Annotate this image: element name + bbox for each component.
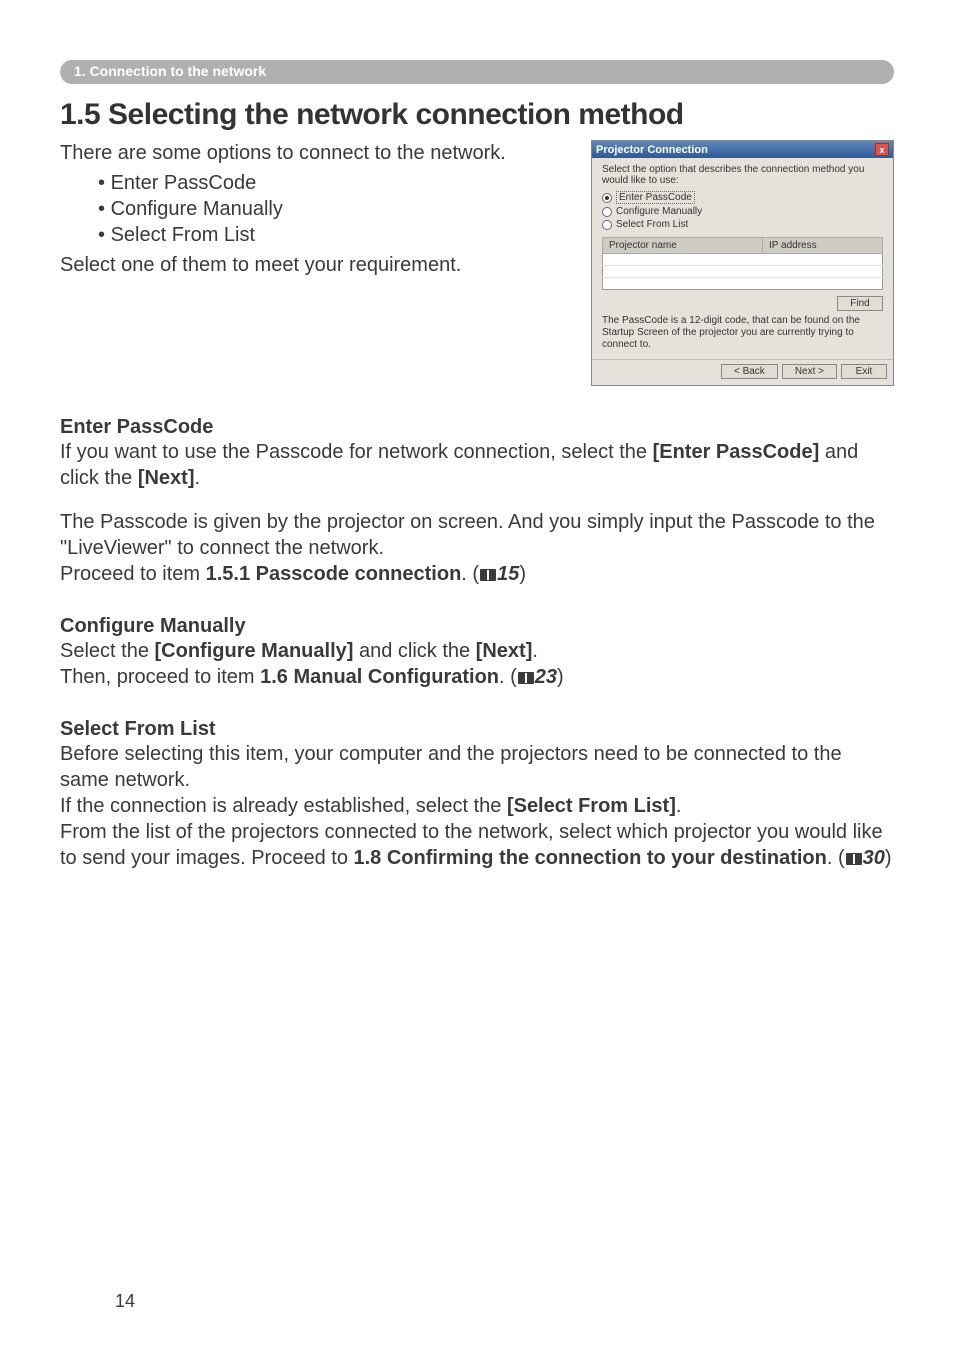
text: . ( bbox=[499, 666, 517, 688]
configure-manually-heading: Configure Manually bbox=[60, 615, 894, 638]
dialog-help-text: The PassCode is a 12-digit code, that ca… bbox=[602, 315, 883, 355]
find-button[interactable]: Find bbox=[837, 296, 883, 311]
radio-configure-manually[interactable]: Configure Manually bbox=[602, 205, 883, 218]
configure-manually-p2: Then, proceed to item 1.6 Manual Configu… bbox=[60, 664, 894, 690]
radio-icon bbox=[602, 207, 612, 217]
text: ) bbox=[885, 847, 892, 869]
radio-label: Configure Manually bbox=[616, 206, 702, 217]
bullet-item: Select From List bbox=[98, 222, 571, 248]
select-from-list-p1: Before selecting this item, your compute… bbox=[60, 741, 894, 793]
enter-passcode-heading: Enter PassCode bbox=[60, 416, 894, 439]
section-title: 1.5 Selecting the network connection met… bbox=[60, 98, 894, 132]
enter-passcode-p1: If you want to use the Passcode for netw… bbox=[60, 439, 894, 491]
page-ref: 23 bbox=[535, 666, 557, 688]
table-header-name: Projector name bbox=[603, 238, 763, 254]
text-bold: [Next] bbox=[476, 640, 533, 662]
book-icon bbox=[846, 853, 862, 865]
text: If you want to use the Passcode for netw… bbox=[60, 441, 653, 463]
text-bold: 1.5.1 Passcode connection bbox=[206, 563, 462, 585]
projector-table: Projector name IP address bbox=[602, 237, 883, 290]
book-icon bbox=[480, 569, 496, 581]
text-bold: [Enter PassCode] bbox=[653, 441, 820, 463]
page-number: 14 bbox=[115, 1291, 135, 1312]
radio-label: Select From List bbox=[616, 219, 688, 230]
book-icon bbox=[518, 672, 534, 684]
radio-select-from-list[interactable]: Select From List bbox=[602, 218, 883, 231]
text: and click the bbox=[353, 640, 475, 662]
enter-passcode-p2: The Passcode is given by the projector o… bbox=[60, 509, 894, 561]
text: Then, proceed to item bbox=[60, 666, 260, 688]
page-ref: 30 bbox=[863, 847, 885, 869]
dialog-prompt: Select the option that describes the con… bbox=[602, 164, 883, 186]
select-from-list-p3: From the list of the projectors connecte… bbox=[60, 819, 894, 871]
text: Select the bbox=[60, 640, 155, 662]
table-row bbox=[603, 254, 883, 266]
select-from-list-heading: Select From List bbox=[60, 718, 894, 741]
radio-icon bbox=[602, 220, 612, 230]
breadcrumb-label: 1. Connection to the network bbox=[74, 63, 266, 79]
radio-icon bbox=[602, 193, 612, 203]
radio-label: Enter PassCode bbox=[616, 191, 695, 204]
text-bold: 1.6 Manual Configuration bbox=[260, 666, 499, 688]
text: ) bbox=[557, 666, 564, 688]
table-row bbox=[603, 278, 883, 290]
breadcrumb: 1. Connection to the network bbox=[60, 60, 894, 84]
text: . ( bbox=[827, 847, 845, 869]
text: If the connection is already established… bbox=[60, 795, 507, 817]
text: . bbox=[194, 467, 200, 489]
exit-button[interactable]: Exit bbox=[841, 364, 887, 379]
text: Proceed to item bbox=[60, 563, 206, 585]
page-ref: 15 bbox=[497, 563, 519, 585]
text-bold: 1.8 Confirming the connection to your de… bbox=[354, 847, 827, 869]
next-button[interactable]: Next > bbox=[782, 364, 837, 379]
bullet-item: Enter PassCode bbox=[98, 170, 571, 196]
select-from-list-p2: If the connection is already established… bbox=[60, 793, 894, 819]
configure-manually-p1: Select the [Configure Manually] and clic… bbox=[60, 638, 894, 664]
table-header-ip: IP address bbox=[762, 238, 882, 254]
enter-passcode-p3: Proceed to item 1.5.1 Passcode connectio… bbox=[60, 561, 894, 587]
text-bold: [Configure Manually] bbox=[155, 640, 354, 662]
radio-enter-passcode[interactable]: Enter PassCode bbox=[602, 190, 883, 205]
table-row bbox=[603, 266, 883, 278]
text-bold: [Next] bbox=[138, 467, 195, 489]
text: . bbox=[676, 795, 682, 817]
close-icon[interactable]: x bbox=[875, 143, 889, 156]
text: . bbox=[532, 640, 538, 662]
text: . ( bbox=[461, 563, 479, 585]
back-button[interactable]: < Back bbox=[721, 364, 778, 379]
intro-text-2: Select one of them to meet your requirem… bbox=[60, 252, 571, 278]
bullet-item: Configure Manually bbox=[98, 196, 571, 222]
dialog-title: Projector Connection bbox=[596, 144, 708, 156]
connection-method-radios: Enter PassCode Configure Manually Select… bbox=[602, 190, 883, 231]
text: ) bbox=[519, 563, 526, 585]
projector-connection-dialog: Projector Connection x Select the option… bbox=[591, 140, 894, 386]
text-bold: [Select From List] bbox=[507, 795, 676, 817]
intro-text-1: There are some options to connect to the… bbox=[60, 140, 571, 166]
